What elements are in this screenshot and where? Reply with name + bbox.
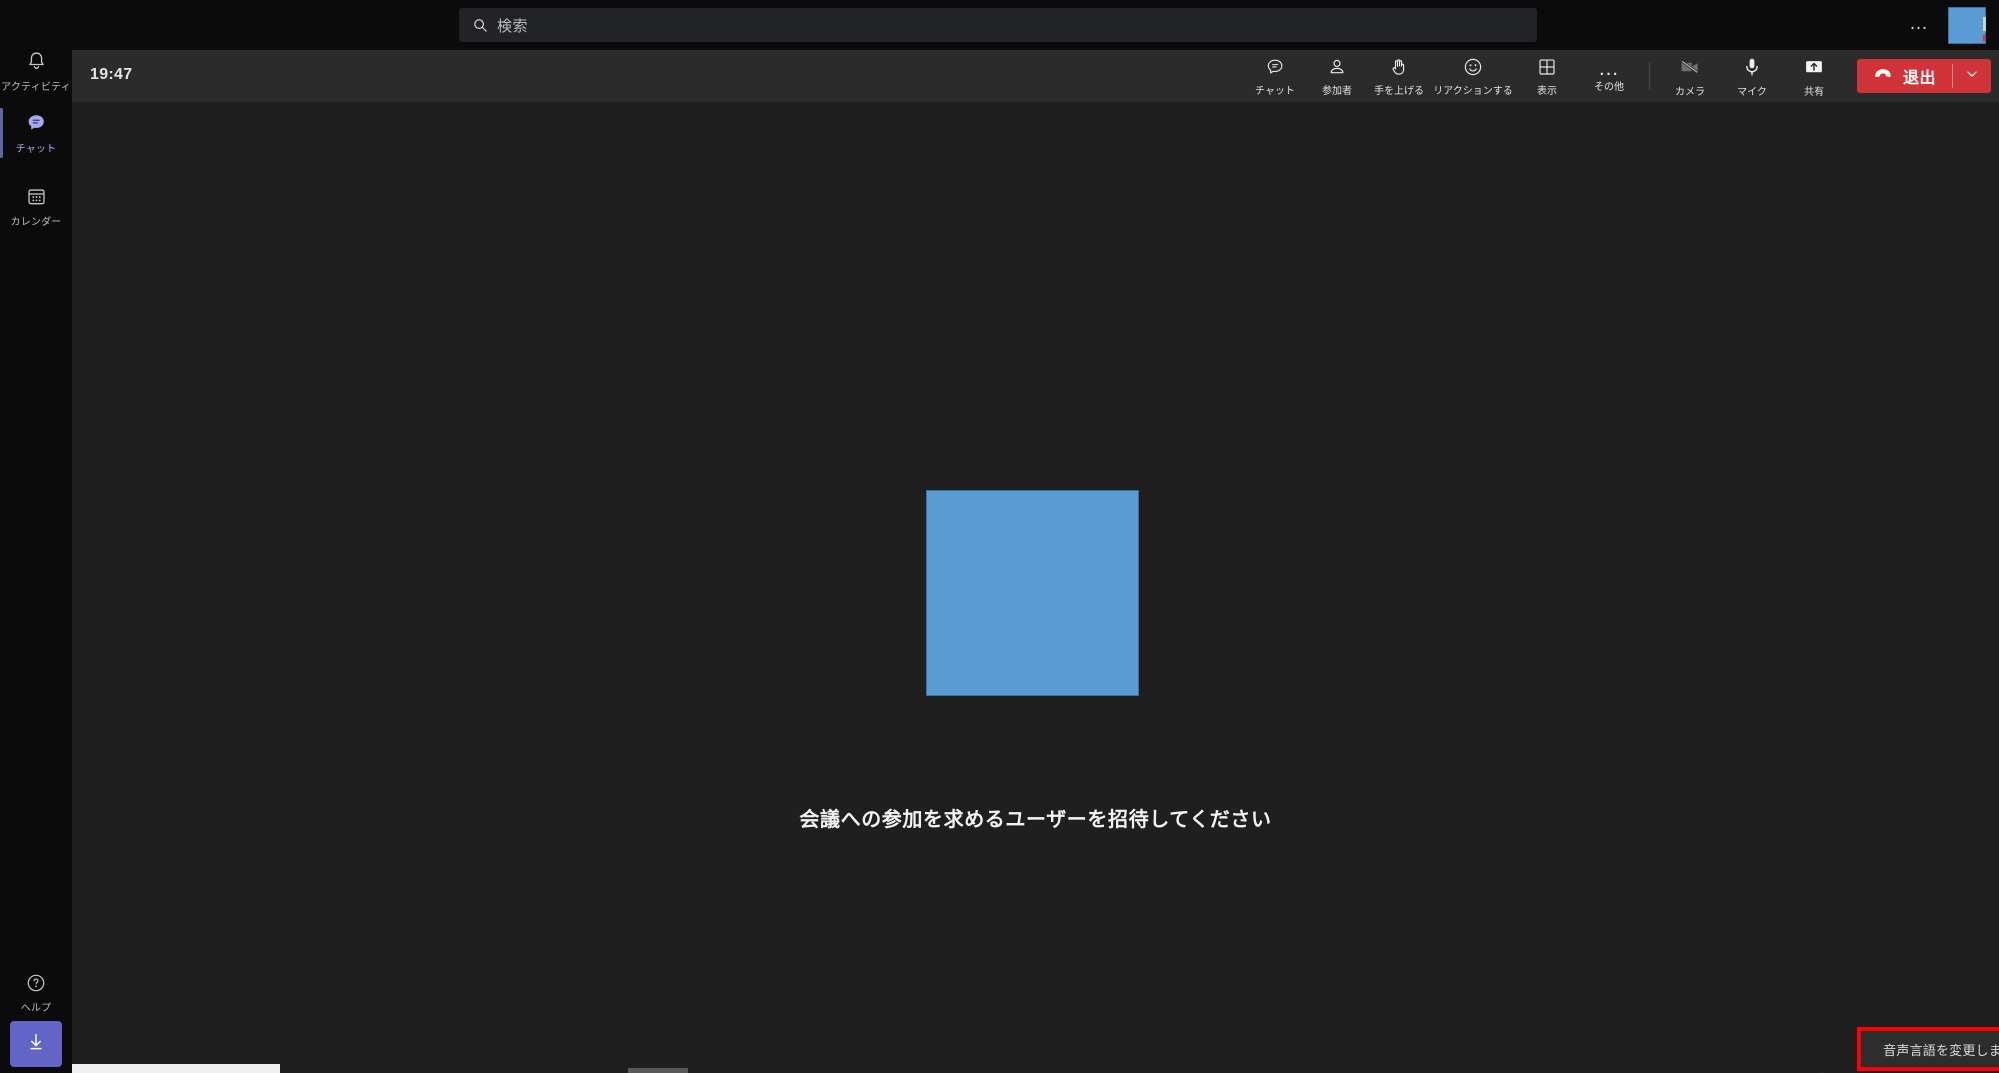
- search-input[interactable]: 検索: [459, 8, 1537, 42]
- meeting-stage: 19:47 チャット 参加者 手を上げる リアクションする 表示 … その他 カ…: [72, 50, 1999, 1073]
- leave-label: 退出: [1902, 70, 1936, 87]
- microphone-icon: [1740, 55, 1764, 84]
- toolbar-chat-button[interactable]: チャット: [1244, 50, 1306, 102]
- sidebar-item-activity[interactable]: アクティビティ: [0, 40, 72, 102]
- download-icon: [24, 1030, 48, 1059]
- hand-icon: [1388, 56, 1410, 83]
- toolbar-divider: [1648, 62, 1650, 90]
- toolbar-camera-button[interactable]: カメラ: [1659, 50, 1721, 102]
- sidebar-item-chat[interactable]: チャット: [0, 102, 72, 164]
- chevron-down-icon: [1963, 65, 1981, 88]
- toolbar-item-label: リアクションする: [1433, 85, 1513, 97]
- toolbar-view-button[interactable]: 表示: [1516, 50, 1578, 102]
- title-bar: 検索 …: [0, 0, 1999, 50]
- toolbar-participants-button[interactable]: 参加者: [1306, 50, 1368, 102]
- sidebar-item-calendar[interactable]: カレンダー: [0, 175, 72, 237]
- camera-off-icon: [1678, 55, 1702, 84]
- calendar-icon: [25, 185, 48, 213]
- toolbar-item-label: その他: [1593, 82, 1624, 93]
- search-icon: [473, 18, 488, 33]
- smiley-icon: [1462, 56, 1484, 83]
- grid-icon: [1536, 56, 1558, 83]
- toolbar-more-button[interactable]: … その他: [1578, 50, 1640, 102]
- sidebar-item-label: ヘルプ: [20, 1003, 52, 1014]
- titlebar-more-button[interactable]: …: [1905, 14, 1933, 36]
- meeting-header-bar: 19:47 チャット 参加者 手を上げる リアクションする 表示 … その他 カ…: [72, 50, 1999, 102]
- leave-main-action[interactable]: 退出: [1857, 59, 1952, 93]
- leave-options-button[interactable]: [1953, 59, 1991, 93]
- active-indicator: [0, 108, 3, 158]
- avatar-badge-top: [1983, 17, 1986, 31]
- ellipsis-icon: …: [1597, 57, 1620, 80]
- spoken-language-highlight: 音声言語を変更しますか?: [1857, 1027, 1999, 1071]
- invite-message: 会議への参加を求めるユーザーを招待してください: [799, 809, 1272, 831]
- meeting-stage-body: 会議への参加を求めるユーザーを招待してください : Hello. 音声言語を変更…: [72, 102, 1999, 1073]
- toolbar-item-label: 参加者: [1321, 85, 1352, 97]
- sidebar-item-label: アクティビティ: [1, 81, 71, 93]
- toolbar-item-label: チャット: [1255, 85, 1295, 97]
- avatar-badge-bottom: [1983, 35, 1986, 41]
- leave-meeting-button[interactable]: 退出: [1856, 59, 1991, 93]
- device-label: マイク: [1737, 86, 1767, 98]
- toolbar-item-label: 手を上げる: [1373, 85, 1424, 97]
- chat-bubble-icon: [1264, 56, 1286, 83]
- hangup-icon: [1872, 63, 1894, 90]
- share-screen-icon: [1802, 55, 1826, 84]
- teams-meeting-window: 検索 … アクティビティ チャット カレンダー ヘルプ 19:47 チャット 参…: [0, 0, 1999, 1073]
- taskbar-window-strip: [72, 1064, 280, 1073]
- left-nav-rail: アクティビティ チャット カレンダー ヘルプ: [0, 0, 72, 1073]
- spoken-language-tooltip: 音声言語を変更しますか?: [1861, 1031, 1999, 1067]
- toolbar-microphone-button[interactable]: マイク: [1721, 50, 1783, 102]
- device-label: 共有: [1803, 86, 1824, 98]
- avatar[interactable]: [1948, 7, 1986, 44]
- toolbar-raise-hand-button[interactable]: 手を上げる: [1368, 50, 1430, 102]
- tooltip-text: 音声言語を変更しますか?: [1883, 1042, 1999, 1058]
- meeting-elapsed-time: 19:47: [90, 66, 133, 83]
- taskbar-indicator: [628, 1068, 688, 1073]
- toolbar-share-button[interactable]: 共有: [1783, 50, 1845, 102]
- toolbar-item-label: 表示: [1536, 85, 1557, 97]
- device-label: カメラ: [1674, 86, 1705, 98]
- bell-icon: [25, 50, 48, 78]
- toolbar-reactions-button[interactable]: リアクションする: [1430, 50, 1516, 102]
- sidebar-item-help[interactable]: ヘルプ: [0, 962, 72, 1024]
- sidebar-item-label: チャット: [15, 144, 57, 155]
- meeting-toolbar: チャット 参加者 手を上げる リアクションする 表示 … その他 カメラ マイク…: [1244, 50, 1991, 102]
- sidebar-item-label: カレンダー: [10, 216, 62, 228]
- search-placeholder: 検索: [497, 17, 529, 35]
- participant-video-tile-redacted[interactable]: [926, 490, 1139, 696]
- chat-icon: [24, 111, 48, 140]
- download-app-button[interactable]: [10, 1021, 62, 1067]
- hand-cursor-pointer: [1795, 1059, 1857, 1073]
- person-icon: [1326, 56, 1348, 83]
- help-circle-icon: [25, 972, 47, 999]
